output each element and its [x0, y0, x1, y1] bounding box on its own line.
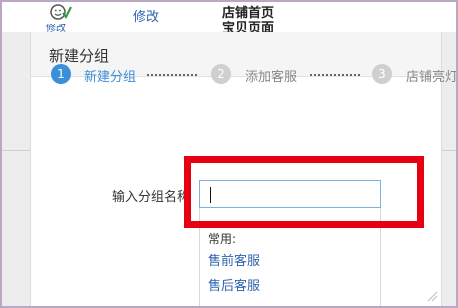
step-label: 新建分组 [84, 70, 137, 85]
resize-grip-icon [427, 291, 438, 302]
step-number: 1 [51, 64, 71, 84]
step-connector [310, 74, 360, 76]
divider [440, 150, 458, 151]
page-type-title: 店铺首页 [222, 6, 275, 21]
step-label: 添加客服 [245, 70, 298, 85]
suggestion-heading: 常用: [208, 232, 237, 246]
group-name-label: 输入分组名称 [112, 190, 184, 205]
edit-icon-label[interactable]: 修改 [46, 24, 66, 32]
suggestion-item[interactable]: 售前客服 [208, 250, 260, 269]
background-left-column [0, 32, 30, 308]
dialog-title: 新建分组 [49, 47, 110, 65]
highlight-box [184, 156, 424, 228]
smiley-check-icon[interactable] [50, 3, 72, 21]
step-label: 店铺亮灯 [406, 70, 458, 85]
step-connector [147, 74, 197, 76]
step-number: 3 [372, 64, 392, 84]
suggestion-item[interactable]: 售后客服 [208, 275, 260, 294]
divider [0, 150, 30, 151]
edit-link[interactable]: 修改 [133, 6, 159, 25]
step-number: 2 [211, 64, 231, 84]
page-type-subtitle: 宝贝页面 [222, 21, 275, 32]
